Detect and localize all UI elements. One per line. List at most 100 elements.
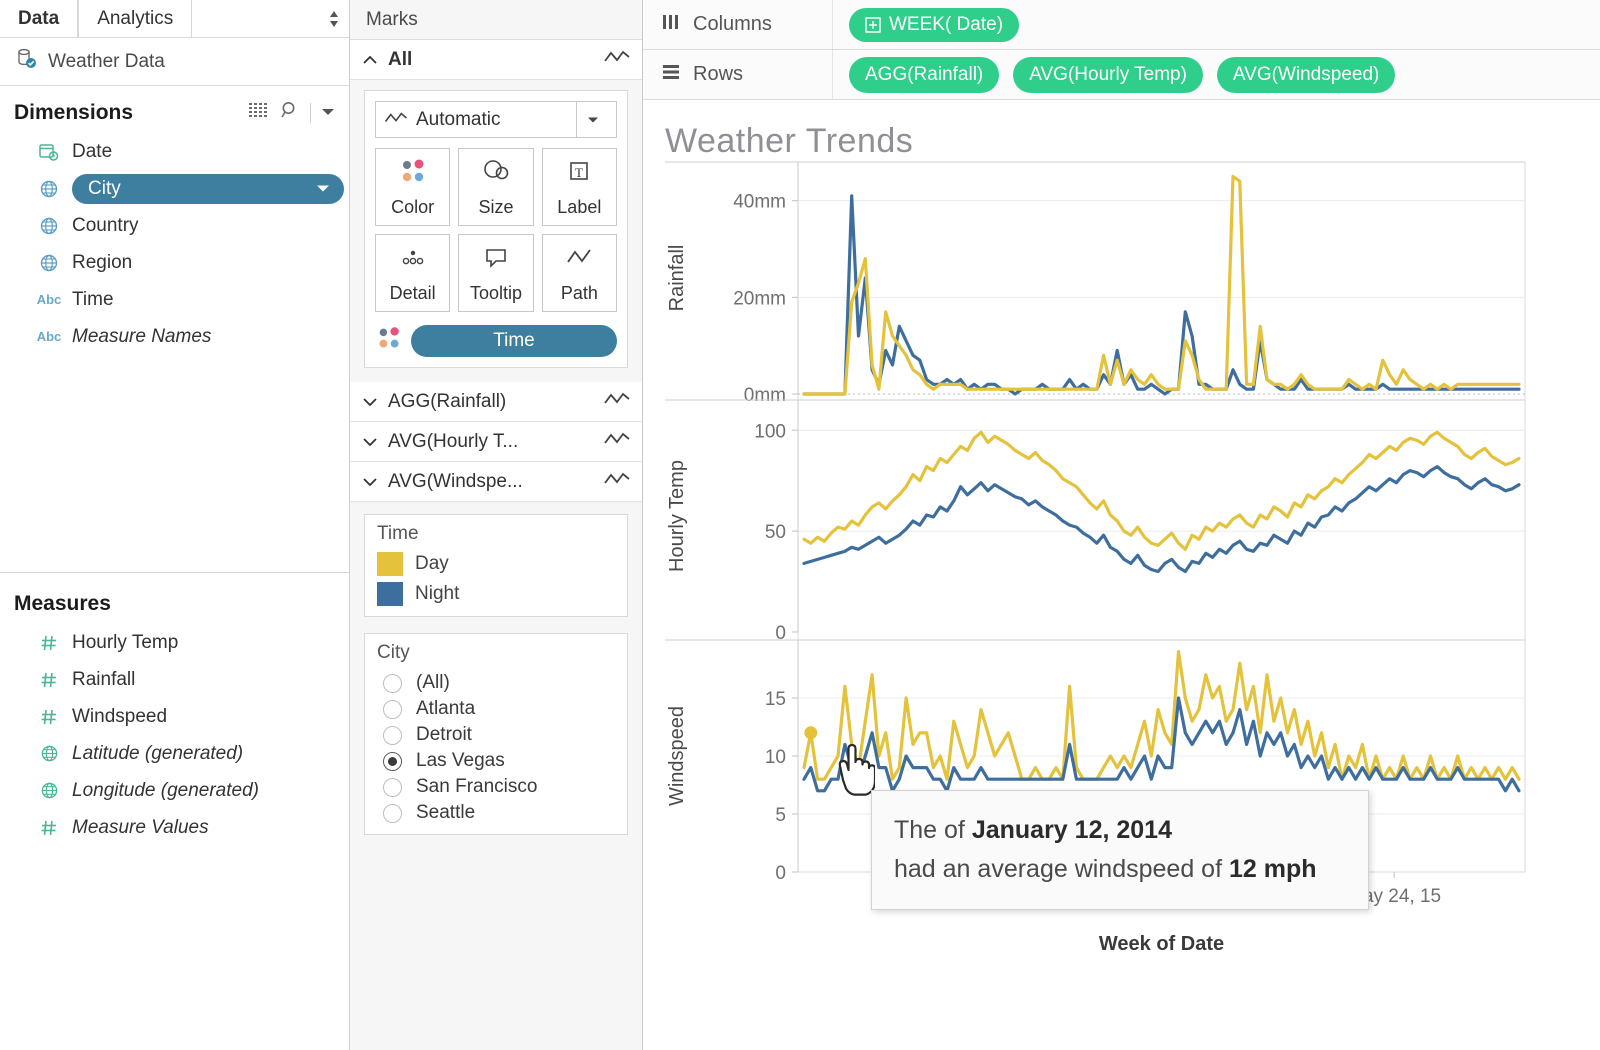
pill-label: WEEK( Date) xyxy=(889,14,1003,36)
marks-detail-button[interactable]: Detail xyxy=(375,234,450,312)
pill-avg-hourly-temp[interactable]: AVG(Hourly Temp) xyxy=(1013,57,1203,93)
chevron-down-icon[interactable] xyxy=(362,474,378,490)
data-source-row[interactable]: Weather Data xyxy=(0,38,349,86)
filter-option-san-francisco[interactable]: San Francisco xyxy=(365,774,627,800)
data-pane-tabs: Data Analytics xyxy=(0,0,349,38)
measure-item-measure-values[interactable]: Measure Values xyxy=(0,809,349,846)
marks-card-all-label: All xyxy=(388,49,412,71)
mark-type-selector[interactable]: Automatic xyxy=(375,101,617,138)
tooltip-line1-prefix: The of xyxy=(894,816,972,844)
rows-shelf-label: Rows xyxy=(643,50,833,99)
dimension-pill-city[interactable]: City xyxy=(72,174,344,204)
marks-card-all[interactable]: All xyxy=(350,40,642,80)
tab-analytics[interactable]: Analytics xyxy=(78,0,192,37)
search-icon[interactable] xyxy=(280,100,300,125)
chevron-down-icon[interactable] xyxy=(362,394,378,410)
marks-encoding-pill-label: Time xyxy=(493,330,535,352)
legend-item-day[interactable]: Day xyxy=(365,549,627,579)
tableau-window: Data Analytics Weather Data Dimensions xyxy=(0,0,1600,1050)
measure-item-hourly-temp[interactable]: Hourly Temp xyxy=(0,624,349,661)
columns-icon xyxy=(661,13,681,37)
number-icon xyxy=(38,819,60,837)
pill-avg-windspeed[interactable]: AVG(Windspeed) xyxy=(1217,57,1395,93)
radio-button[interactable] xyxy=(383,674,402,693)
viz-canvas[interactable]: Weather Trends 0mm20mm40mmRainfall050100… xyxy=(643,100,1600,1050)
marks-detail-label: Detail xyxy=(390,283,436,304)
globe-icon xyxy=(38,781,60,800)
filter-option-detroit[interactable]: Detroit xyxy=(365,722,627,748)
chevron-down-icon[interactable] xyxy=(321,104,335,122)
tooltip-line2-value: 12 mph xyxy=(1229,855,1317,883)
chevron-down-icon[interactable] xyxy=(316,182,330,196)
columns-shelf[interactable]: Columns WEEK( Date) xyxy=(643,0,1600,50)
filter-option-las-vegas[interactable]: Las Vegas xyxy=(365,748,627,774)
radio-button-selected[interactable] xyxy=(383,752,402,771)
filter-option-seattle[interactable]: Seattle xyxy=(365,800,627,826)
marks-path-button[interactable]: Path xyxy=(542,234,617,312)
filter-option-label: (All) xyxy=(416,672,450,694)
marks-card-avg-windspeed[interactable]: AVG(Windspe... xyxy=(350,462,642,502)
radio-button[interactable] xyxy=(383,726,402,745)
marks-column: Marks All Automatic Color xyxy=(350,0,643,1050)
filter-option-all[interactable]: (All) xyxy=(365,670,627,696)
measure-label: Rainfall xyxy=(72,669,135,691)
legend-item-night[interactable]: Night xyxy=(365,579,627,616)
dimension-label: Country xyxy=(72,215,139,237)
filter-option-atlanta[interactable]: Atlanta xyxy=(365,696,627,722)
dimension-item-region[interactable]: Region xyxy=(0,244,349,281)
dimension-item-measure-names[interactable]: Abc Measure Names xyxy=(0,318,349,355)
radio-button[interactable] xyxy=(383,804,402,823)
marks-color-button[interactable]: Color xyxy=(375,148,450,226)
globe-icon xyxy=(38,216,60,236)
view-column: Columns WEEK( Date) Rows AGG(Rainfall) xyxy=(643,0,1600,1050)
rows-shelf[interactable]: Rows AGG(Rainfall) AVG(Hourly Temp) AVG(… xyxy=(643,50,1600,100)
svg-text:Rainfall: Rainfall xyxy=(666,245,688,312)
sort-updown-icon[interactable] xyxy=(319,0,349,37)
plus-box-icon[interactable] xyxy=(865,17,881,33)
marks-card-label: AVG(Hourly T... xyxy=(388,431,518,453)
chevron-down-icon[interactable] xyxy=(362,434,378,450)
marks-size-button[interactable]: Size xyxy=(458,148,533,226)
dimension-item-country[interactable]: Country xyxy=(0,207,349,244)
radio-button[interactable] xyxy=(383,700,402,719)
marks-encoding-row: Time xyxy=(375,324,617,357)
dimension-item-city[interactable]: City xyxy=(0,170,349,207)
dimension-label: Measure Names xyxy=(72,326,211,348)
chevron-down-icon[interactable] xyxy=(576,102,608,137)
marks-label-button[interactable]: T Label xyxy=(542,148,617,226)
pill-agg-rainfall[interactable]: AGG(Rainfall) xyxy=(849,57,999,93)
filter-option-label: Seattle xyxy=(416,802,475,824)
measure-label: Windspeed xyxy=(72,706,167,728)
size-circles-icon xyxy=(481,156,511,191)
marks-color-label: Color xyxy=(391,197,434,218)
svg-text:10: 10 xyxy=(765,747,786,768)
measure-item-longitude[interactable]: Longitude (generated) xyxy=(0,772,349,809)
dimension-item-date[interactable]: Date xyxy=(0,133,349,170)
chevron-up-icon[interactable] xyxy=(362,52,378,68)
tab-data[interactable]: Data xyxy=(0,0,78,37)
svg-text:Windspeed: Windspeed xyxy=(666,706,688,806)
dimensions-list: Date City Country xyxy=(0,133,349,355)
measures-title: Measures xyxy=(14,592,111,616)
dimension-item-time[interactable]: Abc Time xyxy=(0,281,349,318)
marks-card-avg-hourly-temp[interactable]: AVG(Hourly T... xyxy=(350,422,642,462)
measures-list: Hourly Temp Rainfall Windspeed Latitude … xyxy=(0,624,349,846)
line-chart-icon xyxy=(604,471,630,493)
tabs-spacer xyxy=(192,0,319,37)
measure-item-windspeed[interactable]: Windspeed xyxy=(0,698,349,735)
marks-encoding-buttons: Color Size T Label xyxy=(375,148,617,312)
line-chart-icon xyxy=(604,431,630,453)
filter-option-label: Las Vegas xyxy=(416,750,505,772)
radio-button[interactable] xyxy=(383,778,402,797)
marks-tooltip-button[interactable]: Tooltip xyxy=(458,234,533,312)
marks-card-agg-rainfall[interactable]: AGG(Rainfall) xyxy=(350,382,642,422)
svg-text:0: 0 xyxy=(775,623,786,644)
measure-item-latitude[interactable]: Latitude (generated) xyxy=(0,735,349,772)
measure-item-rainfall[interactable]: Rainfall xyxy=(0,661,349,698)
grid-view-icon[interactable] xyxy=(248,101,270,124)
svg-text:40mm: 40mm xyxy=(733,192,786,213)
marks-encoding-pill-time[interactable]: Time xyxy=(411,325,617,357)
filter-option-label: San Francisco xyxy=(416,776,537,798)
pill-week-date[interactable]: WEEK( Date) xyxy=(849,8,1019,42)
filter-option-label: Atlanta xyxy=(416,698,475,720)
